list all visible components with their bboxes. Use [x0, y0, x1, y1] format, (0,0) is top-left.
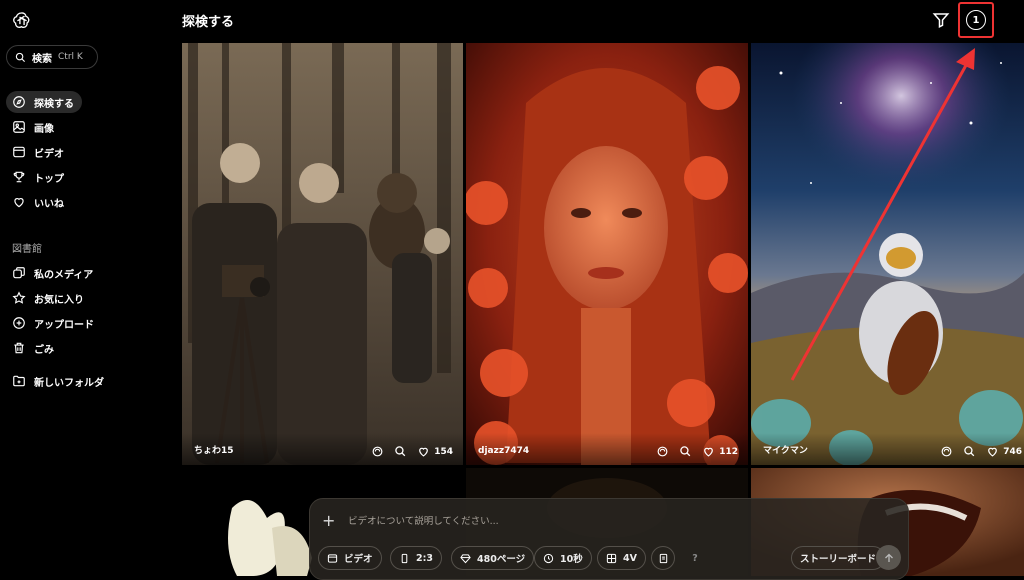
chip-label: 4V [623, 552, 637, 564]
document-icon [659, 553, 667, 563]
annotation-highlight-box: 1 [958, 2, 994, 38]
add-attachment-button[interactable]: + [322, 511, 335, 530]
diamond-icon [460, 553, 471, 563]
prompt-composer: + ビデオについて説明してください... ビデオ 2:3 480ページ 10秒 … [309, 498, 909, 580]
search-icon[interactable] [963, 445, 976, 458]
mode-selector[interactable]: ビデオ [318, 546, 382, 570]
compass-icon [12, 95, 26, 109]
like-button[interactable]: 112 [702, 445, 738, 458]
nav-label: お気に入り [34, 294, 84, 306]
nav-label: 画像 [34, 123, 54, 135]
like-count: 154 [434, 446, 453, 457]
quality-selector[interactable]: 480ページ [451, 546, 535, 570]
chip-label: 10秒 [560, 554, 583, 565]
trash-icon [12, 341, 26, 355]
search-label: 検索 [32, 53, 52, 65]
nav-upload[interactable]: アップロード [6, 312, 102, 334]
media-icon [12, 266, 26, 280]
nav-label: ビデオ [34, 148, 64, 160]
like-button[interactable]: 746 [986, 445, 1022, 458]
card-author[interactable]: djazz7474 [478, 446, 529, 456]
card-footer: ちょわ15 154 [182, 433, 463, 465]
variations-selector[interactable]: 4V [597, 546, 646, 570]
presets-button[interactable] [651, 546, 675, 570]
filter-icon[interactable] [932, 11, 950, 29]
nav-new-folder[interactable]: 新しいフォルダ [6, 370, 112, 392]
card-footer: マイクマン 746 [751, 433, 1024, 465]
nav-video[interactable]: ビデオ [6, 141, 72, 163]
trophy-icon [12, 170, 26, 184]
nav-top[interactable]: トップ [6, 166, 72, 188]
portrait-ratio-icon [401, 553, 408, 563]
like-count: 746 [1003, 446, 1022, 457]
remix-icon[interactable] [940, 445, 953, 458]
nav-label: いいね [34, 198, 64, 210]
queue-count-button[interactable]: 1 [966, 10, 986, 30]
heart-icon [12, 195, 26, 209]
like-count: 112 [719, 446, 738, 457]
card-author[interactable]: マイクマン [763, 443, 808, 456]
search-shortcut: Ctrl K [58, 52, 83, 62]
star-icon [12, 291, 26, 305]
chip-label: 480ページ [477, 554, 526, 565]
heart-icon [419, 447, 429, 457]
like-button[interactable]: 154 [417, 445, 453, 458]
video-icon [327, 553, 338, 563]
heart-icon [704, 447, 714, 457]
chip-label: 2:3 [416, 552, 434, 564]
clock-icon [543, 553, 554, 563]
card-image[interactable] [466, 43, 748, 465]
nav-label: 私のメディア [34, 269, 94, 281]
grid-icon [606, 553, 617, 563]
nav-label: アップロード [34, 319, 94, 331]
heart-icon [988, 447, 998, 457]
submit-button[interactable] [876, 545, 901, 570]
sidebar: 検索 Ctrl K 探検する 画像 ビデオ トップ いいね 図書館 私のメディア… [0, 0, 172, 576]
video-icon [12, 145, 26, 159]
chip-label: ビデオ [344, 554, 373, 565]
new-folder-icon [12, 374, 26, 388]
nav-my-media[interactable]: 私のメディア [6, 262, 101, 284]
prompt-input[interactable]: ビデオについて説明してください... [348, 513, 499, 527]
page-title: 探検する [182, 15, 235, 30]
help-label: ? [692, 552, 698, 564]
media-card[interactable]: djazz7474 112 [466, 43, 748, 465]
queue-count: 1 [972, 14, 980, 26]
openai-logo-icon[interactable] [12, 10, 32, 30]
library-heading: 図書館 [12, 244, 42, 255]
remix-icon[interactable] [371, 445, 384, 458]
search-icon[interactable] [679, 445, 692, 458]
card-footer: djazz7474 112 [466, 433, 748, 465]
search-icon[interactable] [394, 445, 407, 458]
card-author[interactable]: ちょわ15 [194, 443, 234, 456]
nav-images[interactable]: 画像 [6, 116, 62, 138]
card-image[interactable] [182, 43, 463, 465]
chip-label: ストーリーボード [800, 554, 877, 565]
nav-label: ごみ [34, 344, 54, 356]
search-button[interactable]: 検索 Ctrl K [6, 45, 98, 69]
nav-label: 探検する [34, 98, 74, 110]
search-icon [15, 52, 26, 62]
nav-label: トップ [34, 173, 64, 185]
upload-icon [12, 316, 26, 330]
duration-selector[interactable]: 10秒 [534, 546, 592, 570]
nav-explore[interactable]: 探検する [6, 91, 82, 113]
nav-favorites[interactable]: お気に入り [6, 287, 92, 309]
aspect-ratio-selector[interactable]: 2:3 [390, 546, 443, 570]
nav-label: 新しいフォルダ [34, 377, 104, 389]
storyboard-button[interactable]: ストーリーボード [791, 546, 886, 570]
arrow-up-icon [884, 553, 893, 562]
remix-icon[interactable] [656, 445, 669, 458]
image-icon [12, 120, 26, 134]
nav-likes[interactable]: いいね [6, 191, 72, 213]
help-button[interactable]: ? [683, 546, 707, 570]
nav-trash[interactable]: ごみ [6, 337, 62, 359]
media-card[interactable]: ちょわ15 154 [182, 43, 463, 465]
annotation-arrow [790, 48, 975, 381]
